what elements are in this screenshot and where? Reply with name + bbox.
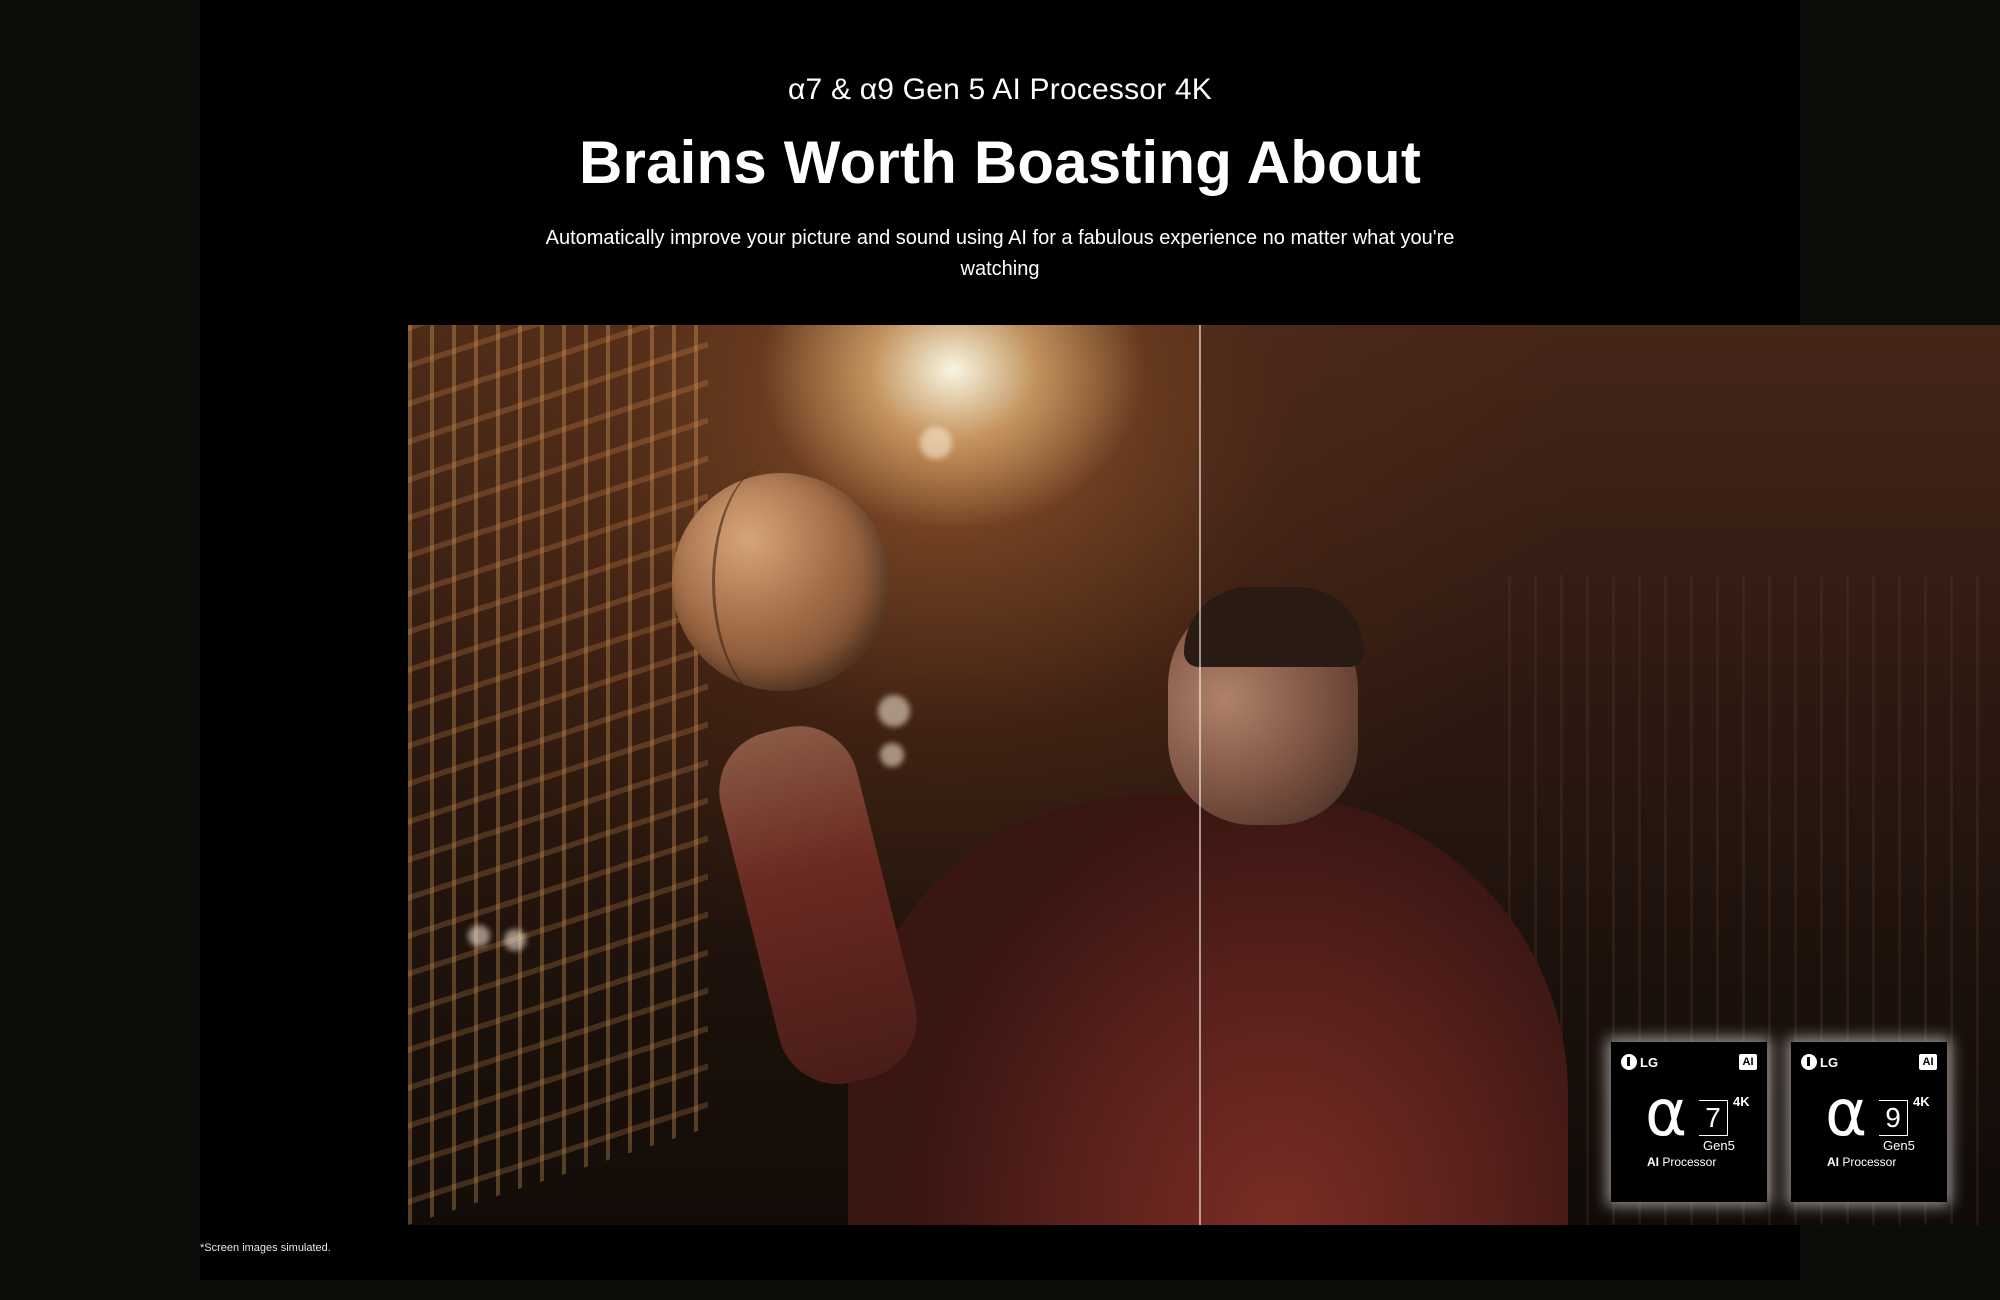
alpha-symbol: α (1825, 1077, 1868, 1151)
ai-tag: AI (1739, 1054, 1757, 1070)
basketball (672, 463, 890, 701)
resolution-label: 4K (1733, 1094, 1750, 1109)
page-description: Automatically improve your picture and s… (545, 227, 1455, 280)
processor-number: 7 (1699, 1100, 1728, 1136)
ai-tag: AI (1919, 1054, 1937, 1070)
lg-brand: LG (1801, 1054, 1838, 1070)
bokeh-light (880, 743, 904, 767)
alpha9-processor-badge: LG AI α 9 4K Gen5 AI Processor (1791, 1042, 1947, 1202)
content-frame: α7 & α9 Gen 5 AI Processor 4K Brains Wor… (200, 0, 2000, 1280)
lg-brand: LG (1621, 1054, 1658, 1070)
processor-label-text: Processor (1839, 1155, 1897, 1169)
lg-logo-icon (1621, 1054, 1637, 1070)
processor-label-bold: AI (1647, 1155, 1659, 1169)
lg-logo-icon (1801, 1054, 1817, 1070)
processor-label: AI Processor (1827, 1155, 1896, 1169)
processor-number: 9 (1879, 1100, 1908, 1136)
generation-label: Gen5 (1883, 1138, 1915, 1153)
eyebrow-heading: α7 & α9 Gen 5 AI Processor 4K (787, 73, 1213, 106)
bokeh-light (920, 427, 952, 459)
brand-text: LG (1640, 1054, 1659, 1070)
disclaimer-footnote: *Screen images simulated. (200, 1242, 331, 1254)
person-arm (706, 713, 930, 1097)
comparison-divider (1199, 325, 1201, 1225)
fence-graphic (408, 325, 708, 1225)
bokeh-light (878, 695, 910, 727)
person-hair (1184, 587, 1364, 667)
page-title: Brains Worth Boasting About (578, 129, 1422, 196)
generation-label: Gen5 (1703, 1138, 1735, 1153)
alpha-symbol: α (1645, 1077, 1688, 1151)
processor-label-bold: AI (1827, 1155, 1839, 1169)
bokeh-light (504, 929, 526, 951)
alpha7-processor-badge: LG AI α 7 4K Gen5 AI Processor (1611, 1042, 1767, 1202)
resolution-label: 4K (1913, 1094, 1930, 1109)
comparison-photo: LG AI α 7 4K Gen5 AI Processor LG AI α 9… (408, 325, 2000, 1225)
bokeh-light (468, 925, 490, 947)
brand-text: LG (1820, 1054, 1839, 1070)
processor-label: AI Processor (1647, 1155, 1716, 1169)
processor-label-text: Processor (1659, 1155, 1717, 1169)
page: α7 & α9 Gen 5 AI Processor 4K Brains Wor… (0, 0, 2000, 1300)
